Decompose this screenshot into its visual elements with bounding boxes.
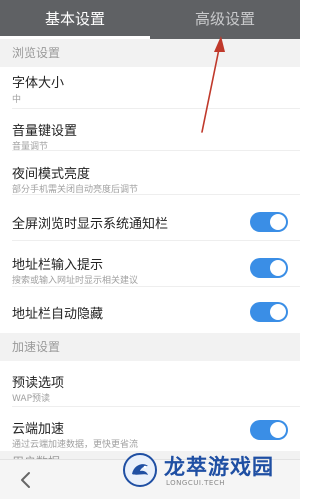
setting-title: 全屏浏览时显示系统通知栏	[12, 217, 169, 232]
setting-subtitle: 中	[12, 95, 22, 105]
setting-title: 音量键设置	[12, 124, 78, 139]
cloud-accel-toggle[interactable]	[250, 420, 288, 440]
setting-address-hint[interactable]: 地址栏输入提示 搜索或输入网址时显示相关建议	[0, 241, 300, 287]
toggle-knob	[270, 422, 286, 438]
fullscreen-notification-toggle[interactable]	[250, 212, 288, 232]
watermark-url: LONGCUI.TECH	[166, 479, 225, 487]
setting-subtitle: WAP预读	[12, 394, 50, 404]
toggle-knob	[270, 260, 286, 276]
dragon-logo-icon	[123, 453, 157, 487]
setting-subtitle: 通过云端加速数据，更快更省流	[12, 440, 139, 450]
setting-address-autohide[interactable]: 地址栏自动隐藏	[0, 287, 300, 333]
setting-font-size[interactable]: 字体大小 中	[0, 67, 300, 109]
site-watermark: 龙萃游戏园 LONGCUI.TECH	[122, 450, 282, 495]
watermark-name: 龙萃游戏园	[164, 455, 274, 479]
toggle-knob	[270, 214, 286, 230]
setting-fullscreen-notification[interactable]: 全屏浏览时显示系统通知栏	[0, 195, 300, 241]
setting-night-mode[interactable]: 夜间模式亮度 部分手机需关闭自动亮度后调节	[0, 151, 300, 195]
tab-bar: 基本设置 高级设置	[0, 0, 300, 39]
chevron-left-icon[interactable]	[14, 468, 38, 492]
toggle-knob	[270, 304, 286, 320]
setting-title: 地址栏输入提示	[12, 258, 104, 273]
address-autohide-toggle[interactable]	[250, 302, 288, 322]
setting-preload[interactable]: 预读选项 WAP预读	[0, 361, 300, 407]
setting-title: 预读选项	[12, 376, 65, 391]
setting-title: 云端加速	[12, 422, 65, 437]
tab-basic-settings[interactable]: 基本设置	[0, 0, 150, 39]
tab-advanced-settings[interactable]: 高级设置	[150, 0, 300, 39]
section-header-browse: 浏览设置	[0, 39, 300, 67]
setting-cloud-accel[interactable]: 云端加速 通过云端加速数据，更快更省流	[0, 407, 300, 451]
setting-subtitle: 搜索或输入网址时显示相关建议	[12, 276, 139, 286]
setting-volume-key[interactable]: 音量键设置 音量调节	[0, 109, 300, 152]
settings-list: 浏览设置 字体大小 中 音量键设置 音量调节 夜间模式亮度 部分手机需关闭自动亮…	[0, 39, 300, 459]
setting-title: 字体大小	[12, 76, 65, 91]
address-hint-toggle[interactable]	[250, 258, 288, 278]
section-header-accel: 加速设置	[0, 333, 300, 361]
setting-title: 地址栏自动隐藏	[12, 307, 104, 322]
setting-title: 夜间模式亮度	[12, 167, 91, 182]
